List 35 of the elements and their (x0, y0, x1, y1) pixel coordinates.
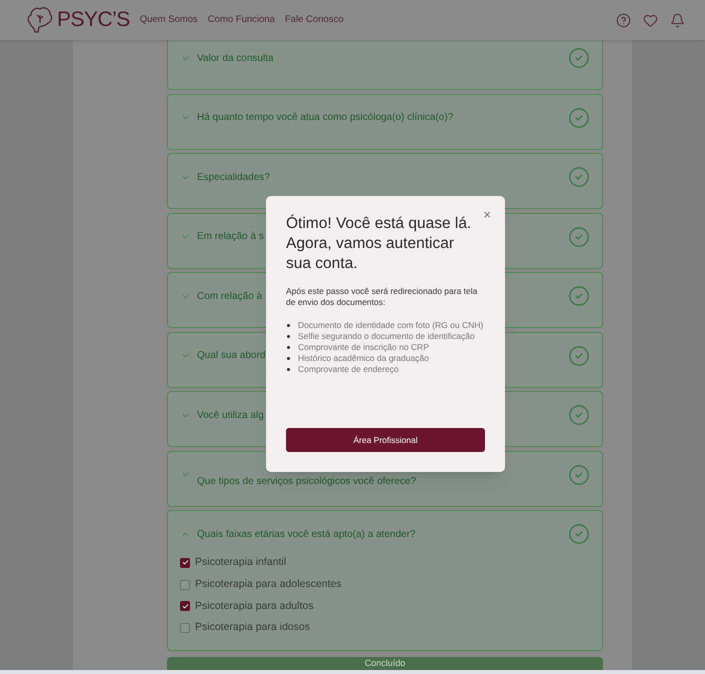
tree-head-logo-icon (27, 5, 53, 35)
question-title[interactable]: Quais faixas etárias você está apto(a) a atender? (197, 526, 416, 542)
submit-button[interactable]: Concluído (167, 657, 603, 670)
document-item: Selfie segurando o documento de identificação (286, 331, 485, 342)
document-item: Documento de identidade com foto (RG ou CNH) (286, 320, 485, 331)
document-item: Histórico acadêmico da graduação (286, 353, 485, 364)
question-title[interactable]: Em relação à s (197, 229, 264, 244)
option-label: Psicoterapia para adultos (195, 598, 314, 614)
nav-link[interactable]: Fale Conosco (284, 12, 344, 28)
nav-link[interactable]: Como Funciona (208, 12, 275, 28)
heart-icon[interactable] (643, 12, 658, 28)
question-title[interactable]: Há quanto tempo você atua como psicóloga(o) clínica(o)? (197, 110, 454, 125)
question-title[interactable]: Com relação à (197, 288, 262, 304)
option-label: Psicoterapia infantil (195, 555, 286, 570)
checkbox[interactable] (180, 623, 190, 634)
option-label: Psicoterapia para idosos (195, 620, 310, 636)
modal-intro: Após este passo você será redirecionado para tela de envio dos documentos: (286, 286, 478, 308)
checkbox[interactable] (180, 601, 190, 612)
help-icon[interactable] (616, 12, 631, 28)
nav-link[interactable]: Quem Somos (140, 12, 198, 28)
question-title[interactable]: Qual sua abord (197, 348, 266, 363)
close-button[interactable]: × (483, 208, 491, 221)
question-title[interactable]: Especialidades? (197, 170, 270, 184)
checkbox[interactable] (180, 558, 190, 568)
document-item: Comprovante de endereço (286, 364, 485, 375)
bell-icon[interactable] (670, 12, 685, 28)
brand-name[interactable]: PSYC’S (57, 4, 130, 36)
question-title[interactable]: Valor da consulta (197, 50, 274, 66)
professional-area-button[interactable]: Área Profissional (286, 428, 485, 452)
document-item: Comprovante de inscrição no CRP (286, 342, 485, 353)
modal-title: Ótimo! Você está quase lá. Agora, vamos autenticar sua conta. (286, 214, 472, 274)
checkbox[interactable] (180, 580, 190, 590)
option-label: Psicoterapia para adolescentes (195, 576, 342, 592)
question-title[interactable]: Que tipos de serviços psicológicos você oferece? (197, 474, 416, 489)
question-title[interactable]: Você utiliza alg (197, 408, 264, 422)
